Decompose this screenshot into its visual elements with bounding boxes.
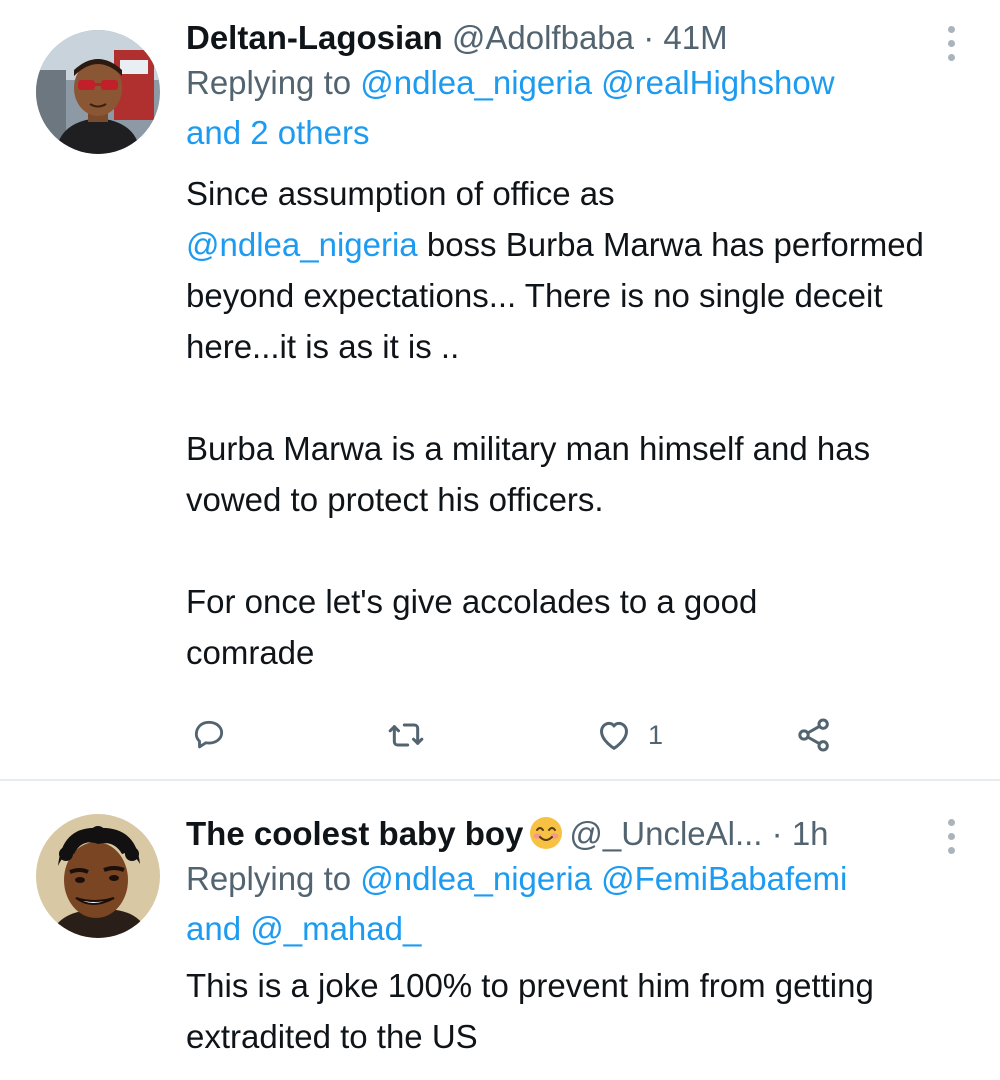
tweet-1[interactable]: Deltan-Lagosian @Adolfbaba · 41M Replyin… (0, 0, 1000, 780)
tweet-paragraph: Since assumption of office as @ndlea_nig… (186, 168, 946, 372)
avatar[interactable] (36, 30, 160, 154)
user-handle[interactable]: @_UncleAl... (569, 815, 762, 852)
tweet-paragraph: Burba Marwa is a military man himself an… (186, 430, 871, 518)
retweet-button[interactable] (386, 705, 426, 765)
share-button[interactable] (794, 705, 834, 765)
user-handle[interactable]: @Adolfbaba (452, 19, 634, 56)
heart-icon (600, 721, 628, 750)
smiling-face-emoji (530, 817, 563, 849)
speech-bubble-icon (194, 720, 224, 749)
tweet-paragraph: For once let's give accolades to a good … (186, 583, 758, 671)
avatar[interactable] (36, 814, 160, 938)
tweet-actions: 1 (186, 705, 886, 765)
reply-and: and (186, 910, 251, 947)
tweet-text: Since assumption of office as @ndlea_nig… (186, 168, 946, 678)
like-button[interactable]: 1 (594, 705, 663, 765)
more-options-icon[interactable] (946, 26, 956, 68)
mention-link[interactable]: @realHighshow (601, 64, 834, 101)
share-icon (798, 718, 829, 752)
replying-prefix: Replying to (186, 64, 361, 101)
replying-to: Replying to @ndlea_nigeria @realHighshow… (186, 58, 946, 158)
mention-link[interactable]: @_mahad_ (250, 910, 421, 947)
timestamp[interactable]: 41M (663, 19, 727, 56)
mention-link[interactable]: @ndlea_nigeria (360, 64, 592, 101)
retweet-icon (388, 723, 424, 747)
tweet-text: This is a joke 100% to prevent him from … (186, 967, 874, 1055)
display-name[interactable]: The coolest baby boy (186, 815, 523, 852)
mention-link[interactable]: @ndlea_nigeria (186, 226, 418, 263)
mention-link[interactable]: @FemiBabafemi (601, 860, 847, 897)
more-options-icon[interactable] (946, 819, 956, 861)
mention-link[interactable]: @ndlea_nigeria (360, 860, 592, 897)
timestamp[interactable]: 1h (792, 815, 829, 852)
others-link[interactable]: and 2 others (186, 114, 369, 151)
reply-button[interactable] (190, 705, 228, 765)
separator: · (771, 815, 783, 852)
replying-prefix: Replying to (186, 860, 361, 897)
tweet-header: Deltan-Lagosian @Adolfbaba · 41M (186, 18, 946, 58)
replying-to: Replying to @ndlea_nigeria @FemiBabafemi… (186, 854, 946, 954)
paragraph-text: Since assumption of office as (186, 175, 615, 212)
like-count: 1 (648, 719, 664, 750)
separator: · (643, 19, 655, 56)
display-name[interactable]: Deltan-Lagosian (186, 19, 443, 56)
tweet-2[interactable]: The coolest baby boy @_UncleAl... · 1h R… (0, 781, 1000, 1080)
tweet-header: The coolest baby boy @_UncleAl... · 1h (186, 814, 946, 854)
